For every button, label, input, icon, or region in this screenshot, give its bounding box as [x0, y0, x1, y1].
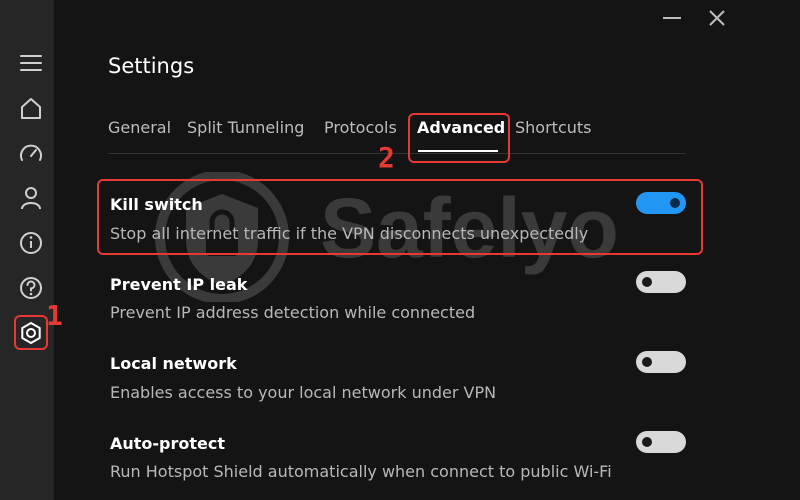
tabs-divider: [108, 153, 686, 154]
setting-desc-prevent-ip-leak: Prevent IP address detection while conne…: [110, 303, 476, 322]
annotation-highlight-settings: [14, 315, 48, 350]
local-network-toggle[interactable]: [636, 351, 686, 373]
help-icon[interactable]: [15, 272, 47, 304]
tab-general[interactable]: General: [108, 118, 171, 137]
toggle-knob: [642, 357, 652, 367]
tab-split-tunneling[interactable]: Split Tunneling: [187, 118, 304, 137]
setting-title-prevent-ip-leak: Prevent IP leak: [110, 275, 248, 294]
annotation-step-1: 1: [46, 299, 63, 332]
home-icon[interactable]: [15, 92, 47, 124]
prevent-ip-leak-toggle[interactable]: [636, 271, 686, 293]
page-title: Settings: [108, 54, 195, 78]
toggle-knob: [642, 437, 652, 447]
annotation-step-2: 2: [378, 141, 395, 174]
setting-desc-auto-protect: Run Hotspot Shield automatically when co…: [110, 462, 612, 481]
menu-icon[interactable]: [15, 47, 47, 79]
minimize-icon: [663, 17, 681, 19]
info-icon[interactable]: [15, 227, 47, 259]
auto-protect-toggle[interactable]: [636, 431, 686, 453]
tab-shortcuts[interactable]: Shortcuts: [515, 118, 591, 137]
annotation-highlight-advanced: [408, 113, 510, 163]
setting-title-local-network: Local network: [110, 354, 237, 373]
setting-desc-local-network: Enables access to your local network und…: [110, 383, 497, 402]
speedometer-icon[interactable]: [15, 138, 47, 170]
close-button[interactable]: [705, 6, 729, 30]
tab-protocols[interactable]: Protocols: [324, 118, 397, 137]
sidebar: [0, 0, 54, 500]
toggle-knob: [642, 277, 652, 287]
close-icon: [709, 10, 725, 26]
minimize-button[interactable]: [660, 6, 684, 30]
setting-title-auto-protect: Auto-protect: [110, 434, 226, 453]
user-icon[interactable]: [15, 182, 47, 214]
annotation-highlight-kill-switch: [97, 179, 703, 255]
